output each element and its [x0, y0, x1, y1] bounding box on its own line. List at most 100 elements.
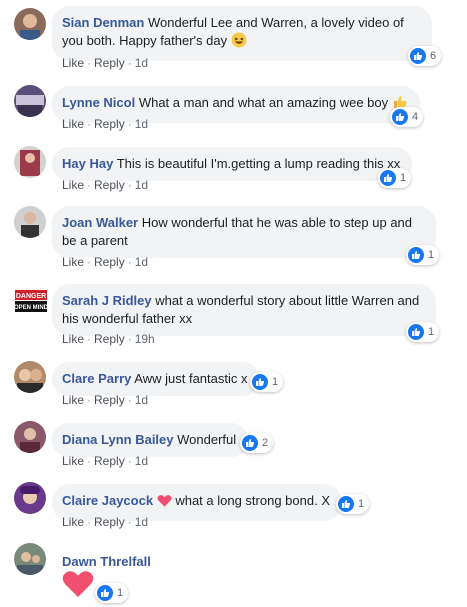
- reaction-count[interactable]: 1: [250, 372, 284, 392]
- avatar[interactable]: [14, 85, 46, 117]
- comment-actions: Like · Reply · 1d: [62, 255, 148, 269]
- reaction-count[interactable]: 1: [406, 322, 440, 342]
- comment-bubble: Diana Lynn Bailey Wonderful: [52, 423, 249, 457]
- avatar[interactable]: [14, 146, 46, 178]
- timestamp[interactable]: 1d: [135, 454, 148, 468]
- commenter-name[interactable]: Sian Denman: [62, 15, 144, 30]
- timestamp[interactable]: 1d: [135, 117, 148, 131]
- heart-emoji-icon: [62, 570, 94, 601]
- like-link[interactable]: Like: [62, 515, 84, 529]
- comment-text: This is beautiful I'm.getting a lump rea…: [116, 156, 401, 171]
- commenter-name[interactable]: Lynne Nicol: [62, 95, 135, 110]
- like-icon: [380, 170, 396, 186]
- avatar[interactable]: [14, 361, 46, 393]
- heart-emoji-icon: [157, 494, 172, 513]
- commenter-name[interactable]: Hay Hay: [62, 156, 113, 171]
- reaction-count[interactable]: 1: [95, 583, 129, 603]
- comment-bubble: Sarah J Ridley what a wonderful story ab…: [52, 284, 436, 336]
- like-link[interactable]: Like: [62, 178, 84, 192]
- like-icon: [408, 247, 424, 263]
- like-link[interactable]: Like: [62, 255, 84, 269]
- reaction-count[interactable]: 1: [336, 494, 370, 514]
- like-link[interactable]: Like: [62, 454, 84, 468]
- like-icon: [252, 374, 268, 390]
- reaction-count[interactable]: 1: [378, 168, 412, 188]
- comment-actions: Like · Reply · 1d: [62, 515, 148, 529]
- separator: ·: [127, 56, 132, 70]
- reply-link[interactable]: Reply: [94, 178, 125, 192]
- comment-actions: Like · Reply · 1d: [62, 393, 148, 407]
- reaction-number: 1: [400, 172, 407, 184]
- like-icon: [242, 435, 258, 451]
- like-link[interactable]: Like: [62, 332, 84, 346]
- reaction-count[interactable]: 1: [406, 245, 440, 265]
- like-link[interactable]: Like: [62, 117, 84, 131]
- like-icon: [338, 496, 354, 512]
- reaction-count[interactable]: 2: [240, 433, 274, 453]
- like-icon: [410, 48, 426, 64]
- reply-link[interactable]: Reply: [94, 393, 125, 407]
- comment-text: what a long strong bond. X: [175, 493, 330, 508]
- separator: ·: [87, 393, 92, 407]
- comment-actions: Like · Reply · 19h: [62, 332, 155, 346]
- separator: ·: [87, 56, 92, 70]
- commenter-name[interactable]: Joan Walker: [62, 215, 138, 230]
- timestamp[interactable]: 19h: [135, 332, 155, 346]
- separator: ·: [127, 515, 132, 529]
- like-icon: [97, 585, 113, 601]
- avatar[interactable]: [14, 206, 46, 238]
- avatar[interactable]: DANGER OPEN MIND: [14, 286, 48, 318]
- separator: ·: [127, 332, 132, 346]
- commenter-name[interactable]: Dawn Threlfall: [62, 554, 151, 569]
- reaction-number: 1: [428, 249, 435, 261]
- reaction-number: 1: [117, 587, 124, 599]
- avatar[interactable]: [14, 8, 46, 40]
- comment-bubble: Sian Denman Wonderful Lee and Warren, a …: [52, 6, 432, 61]
- timestamp[interactable]: 1d: [135, 393, 148, 407]
- reply-link[interactable]: Reply: [94, 454, 125, 468]
- like-link[interactable]: Like: [62, 56, 84, 70]
- comment-actions: Like · Reply · 1d: [62, 56, 148, 70]
- separator: ·: [87, 515, 92, 529]
- comment-actions: Like · Reply · 1d: [62, 117, 148, 131]
- timestamp[interactable]: 1d: [135, 515, 148, 529]
- commenter-name[interactable]: Diana Lynn Bailey: [62, 432, 174, 447]
- reaction-number: 2: [262, 437, 269, 449]
- comment-bubble: Hay Hay This is beautiful I'm.getting a …: [52, 147, 413, 181]
- reaction-count[interactable]: 4: [390, 107, 424, 127]
- avatar[interactable]: [14, 421, 46, 453]
- comment-actions: Like · Reply · 1d: [62, 454, 148, 468]
- separator: ·: [87, 117, 92, 131]
- laughing-emoji-icon: [231, 32, 247, 53]
- avatar[interactable]: [14, 482, 46, 514]
- reaction-number: 1: [358, 498, 365, 510]
- commenter-name[interactable]: Claire Jaycock: [62, 493, 153, 508]
- avatar[interactable]: [14, 543, 46, 575]
- reaction-number: 4: [412, 111, 419, 123]
- reaction-number: 6: [430, 50, 437, 62]
- comment-bubble: Clare Parry Aww just fantastic x: [52, 362, 260, 396]
- timestamp[interactable]: 1d: [135, 178, 148, 192]
- like-icon: [408, 324, 424, 340]
- separator: ·: [127, 393, 132, 407]
- reply-link[interactable]: Reply: [94, 56, 125, 70]
- reply-link[interactable]: Reply: [94, 332, 125, 346]
- timestamp[interactable]: 1d: [135, 255, 148, 269]
- comment-text: What a man and what an amazing wee boy: [138, 95, 389, 110]
- reaction-count[interactable]: 6: [408, 46, 442, 66]
- separator: ·: [127, 255, 132, 269]
- commenter-name[interactable]: Sarah J Ridley: [62, 293, 152, 308]
- separator: ·: [87, 255, 92, 269]
- svg-text:OPEN MIND: OPEN MIND: [14, 305, 48, 311]
- commenter-name[interactable]: Clare Parry: [62, 371, 131, 386]
- comment-actions: Like · Reply · 1d: [62, 178, 148, 192]
- separator: ·: [127, 117, 132, 131]
- reply-link[interactable]: Reply: [94, 255, 125, 269]
- reply-link[interactable]: Reply: [94, 515, 125, 529]
- separator: ·: [87, 178, 92, 192]
- comment-bubble: Joan Walker How wonderful that he was ab…: [52, 206, 436, 258]
- timestamp[interactable]: 1d: [135, 56, 148, 70]
- svg-text:DANGER: DANGER: [16, 293, 46, 300]
- reply-link[interactable]: Reply: [94, 117, 125, 131]
- like-link[interactable]: Like: [62, 393, 84, 407]
